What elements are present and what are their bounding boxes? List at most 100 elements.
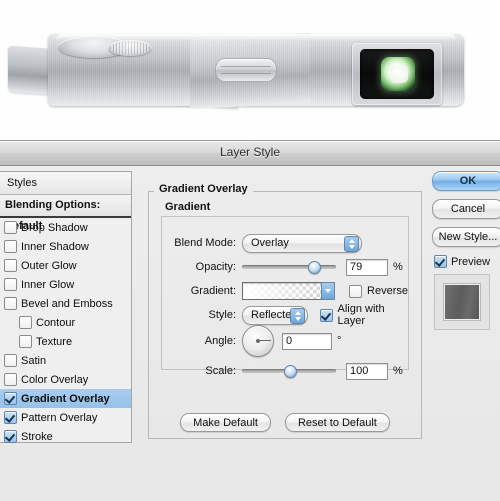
opacity-slider[interactable]	[242, 260, 336, 274]
sidebar-item-label: Drop Shadow	[21, 221, 88, 234]
style-enable-checkbox[interactable]	[19, 335, 32, 348]
camera-dial-knurl	[110, 41, 150, 55]
sidebar-item-label: Satin	[21, 354, 47, 367]
chevron-updown-icon[interactable]	[289, 307, 305, 324]
preview-label: Preview	[451, 255, 491, 268]
blend-mode-select[interactable]: Overlay	[242, 233, 362, 253]
angle-center-dot	[256, 339, 260, 343]
style-enable-checkbox[interactable]	[4, 354, 17, 367]
gradient-swatch[interactable]	[242, 282, 336, 300]
dialog-title: Layer Style	[219, 145, 281, 159]
sidebar-item-label: Gradient Overlay	[21, 392, 110, 405]
sidebar-item-outer-glow[interactable]: Outer Glow	[0, 256, 131, 275]
default-buttons: Make Default Reset to Default	[149, 413, 421, 432]
reset-to-default-button[interactable]: Reset to Default	[284, 413, 390, 432]
styles-sidebar: Styles Blending Options: Default Drop Sh…	[0, 171, 132, 443]
sidebar-item-pattern-overlay[interactable]: Pattern Overlay	[0, 408, 131, 427]
styles-header[interactable]: Styles	[0, 172, 131, 195]
style-enable-checkbox[interactable]	[4, 259, 17, 272]
camera-photo	[0, 0, 500, 140]
opacity-thumb[interactable]	[308, 260, 321, 274]
chevron-updown-icon[interactable]	[344, 235, 359, 252]
sidebar-item-label: Texture	[36, 335, 73, 348]
sidebar-item-gradient-overlay[interactable]: Gradient Overlay	[0, 389, 131, 408]
style-enable-checkbox[interactable]	[4, 392, 17, 405]
style-select[interactable]: Reflected	[242, 305, 308, 325]
sidebar-item-color-overlay[interactable]: Color Overlay	[0, 370, 131, 389]
reverse-label: Reverse	[367, 285, 408, 297]
gradient-subgroup: Blend Mode: Overlay Opacity: 79 % Gradie…	[161, 216, 409, 380]
angle-label: Angle:	[204, 335, 236, 347]
sidebar-item-inner-shadow[interactable]: Inner Shadow	[0, 237, 131, 256]
gradient-overlay-panel: Gradient Overlay Gradient Blend Mode: Ov…	[140, 171, 426, 443]
cancel-button[interactable]: Cancel	[432, 199, 500, 219]
scale-unit: %	[393, 365, 403, 377]
new-style-button[interactable]: New Style...	[432, 227, 500, 247]
style-enable-checkbox[interactable]	[4, 411, 17, 424]
gradient-label: Gradient:	[190, 285, 236, 297]
blend-mode-label: Blend Mode:	[174, 237, 236, 249]
ok-button[interactable]: OK	[432, 171, 500, 191]
sidebar-item-label: Pattern Overlay	[21, 411, 98, 424]
opacity-label: Opacity:	[195, 261, 236, 273]
align-with-layer-checkbox[interactable]	[319, 308, 333, 322]
style-enable-checkbox[interactable]	[4, 430, 17, 443]
row-angle: Angle: 0 °	[162, 325, 408, 357]
dialog-actions: OK Cancel New Style... Preview	[432, 171, 500, 330]
scale-slider[interactable]	[242, 364, 336, 378]
style-enable-checkbox[interactable]	[4, 240, 17, 253]
sidebar-item-label: Inner Glow	[21, 278, 75, 291]
preview-checkbox[interactable]	[434, 255, 447, 268]
layer-style-dialog: Layer Style Styles Blending Options: Def…	[0, 140, 500, 501]
make-default-button[interactable]: Make Default	[180, 413, 271, 432]
sidebar-item-satin[interactable]: Satin	[0, 351, 131, 370]
row-gradient: Gradient: Reverse	[162, 281, 408, 301]
blend-mode-value: Overlay	[251, 237, 289, 249]
dialog-body: Styles Blending Options: Default Drop Sh…	[0, 166, 500, 501]
gradient-overlay-group: Blend Mode: Overlay Opacity: 79 % Gradie…	[148, 191, 422, 439]
sidebar-item-contour[interactable]: Contour	[0, 313, 131, 332]
sidebar-item-label: Contour	[36, 316, 76, 329]
align-with-layer-label: Align with Layer	[337, 303, 385, 327]
subgroup-title-gradient: Gradient	[160, 201, 216, 213]
sidebar-item-label: Bevel and Emboss	[21, 297, 113, 310]
sidebar-item-label: Color Overlay	[21, 373, 89, 386]
angle-unit: °	[337, 335, 342, 347]
sidebar-item-label: Stroke	[21, 430, 53, 443]
opacity-track	[242, 265, 336, 269]
opacity-unit: %	[393, 261, 403, 273]
preview-thumbnail	[434, 274, 490, 330]
scale-input[interactable]: 100	[346, 362, 388, 380]
style-enable-checkbox[interactable]	[4, 278, 17, 291]
style-enable-checkbox[interactable]	[4, 221, 17, 234]
scale-thumb[interactable]	[284, 364, 297, 378]
sidebar-item-label: Inner Shadow	[21, 240, 89, 253]
style-enable-checkbox[interactable]	[4, 297, 17, 310]
sidebar-item-texture[interactable]: Texture	[0, 332, 131, 351]
sidebar-item-label: Outer Glow	[21, 259, 77, 272]
scale-label: Scale:	[205, 365, 236, 377]
angle-input[interactable]: 0	[282, 332, 332, 350]
row-opacity: Opacity: 79 %	[162, 257, 408, 277]
reverse-checkbox[interactable]	[349, 284, 363, 298]
preview-thumbnail-image	[444, 284, 480, 320]
blending-options-row[interactable]: Blending Options: Default	[0, 195, 131, 232]
style-enable-checkbox[interactable]	[4, 373, 17, 386]
preview-row: Preview	[434, 255, 500, 268]
sidebar-item-bevel-and-emboss[interactable]: Bevel and Emboss	[0, 294, 131, 313]
angle-dial[interactable]	[242, 325, 274, 357]
row-style: Style: Reflected Align with Layer	[162, 303, 408, 327]
lens-pupil	[390, 65, 408, 83]
group-title-gradient-overlay: Gradient Overlay	[154, 183, 253, 195]
sidebar-item-stroke[interactable]: Stroke	[0, 427, 131, 446]
style-enable-checkbox[interactable]	[19, 316, 32, 329]
screen: Layer Style Styles Blending Options: Def…	[0, 0, 500, 501]
row-blend-mode: Blend Mode: Overlay	[162, 233, 408, 253]
opacity-input[interactable]: 79	[346, 258, 388, 276]
camera-badge	[215, 58, 277, 82]
style-label: Style:	[208, 309, 236, 321]
chevron-down-icon[interactable]	[321, 282, 336, 300]
row-scale: Scale: 100 %	[162, 361, 408, 381]
sidebar-item-inner-glow[interactable]: Inner Glow	[0, 275, 131, 294]
dialog-titlebar[interactable]: Layer Style	[0, 141, 500, 166]
